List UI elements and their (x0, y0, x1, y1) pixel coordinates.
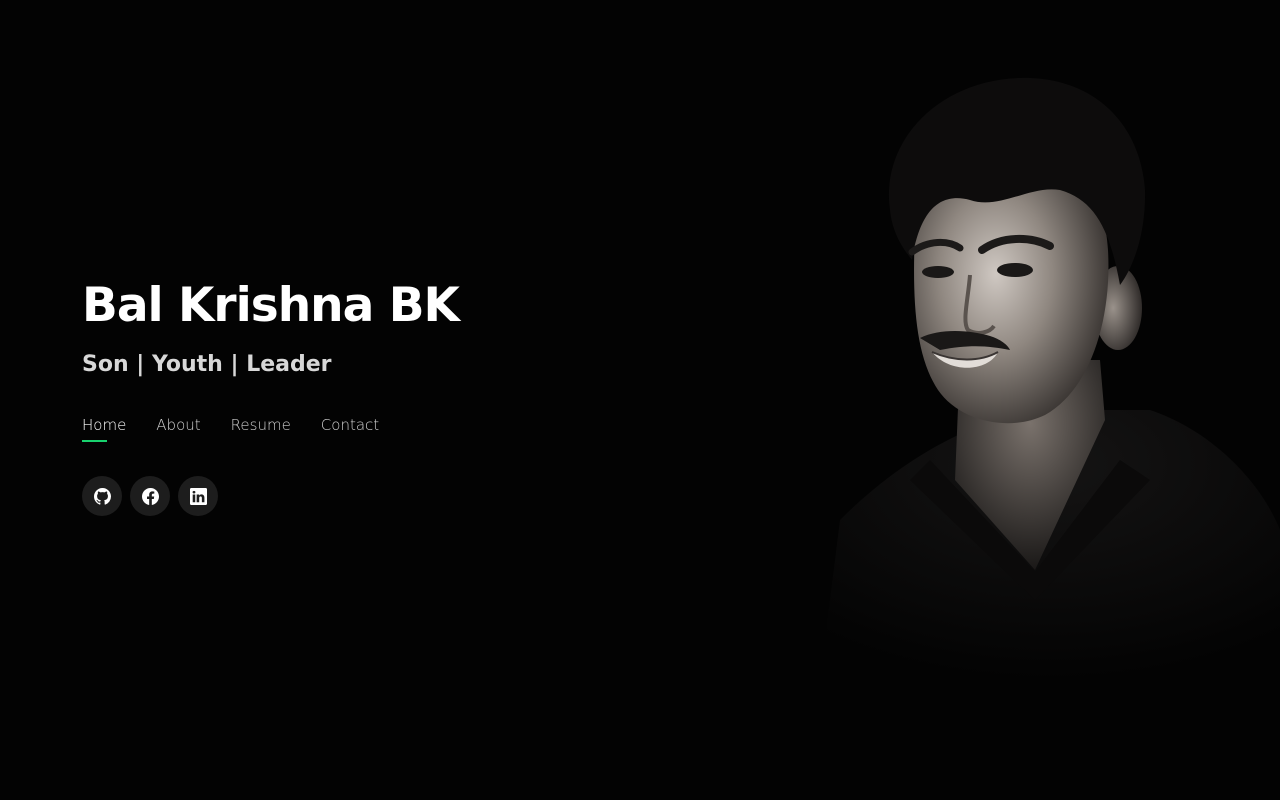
linkedin-link[interactable] (178, 476, 218, 516)
facebook-icon (141, 487, 159, 505)
nav-list: Home About Resume Contact (82, 414, 682, 442)
nav-link-resume[interactable]: Resume (231, 414, 291, 442)
facebook-link[interactable] (130, 476, 170, 516)
nav-link-about[interactable]: About (156, 414, 200, 442)
github-icon (93, 487, 111, 505)
profile-portrait-image (820, 60, 1280, 680)
github-link[interactable] (82, 476, 122, 516)
nav-link-contact[interactable]: Contact (321, 414, 379, 442)
social-links (82, 476, 682, 516)
linkedin-icon (189, 487, 207, 505)
main-nav: Home About Resume Contact (82, 414, 682, 442)
nav-link-home[interactable]: Home (82, 414, 126, 442)
profile-name: Bal Krishna BK (82, 278, 460, 333)
hero-section: Bal Krishna BK Son | Youth | Leader Home… (0, 0, 1280, 800)
intro-block: Bal Krishna BK Son | Youth | Leader Home… (82, 276, 682, 516)
profile-tagline: Son | Youth | Leader (82, 352, 332, 377)
